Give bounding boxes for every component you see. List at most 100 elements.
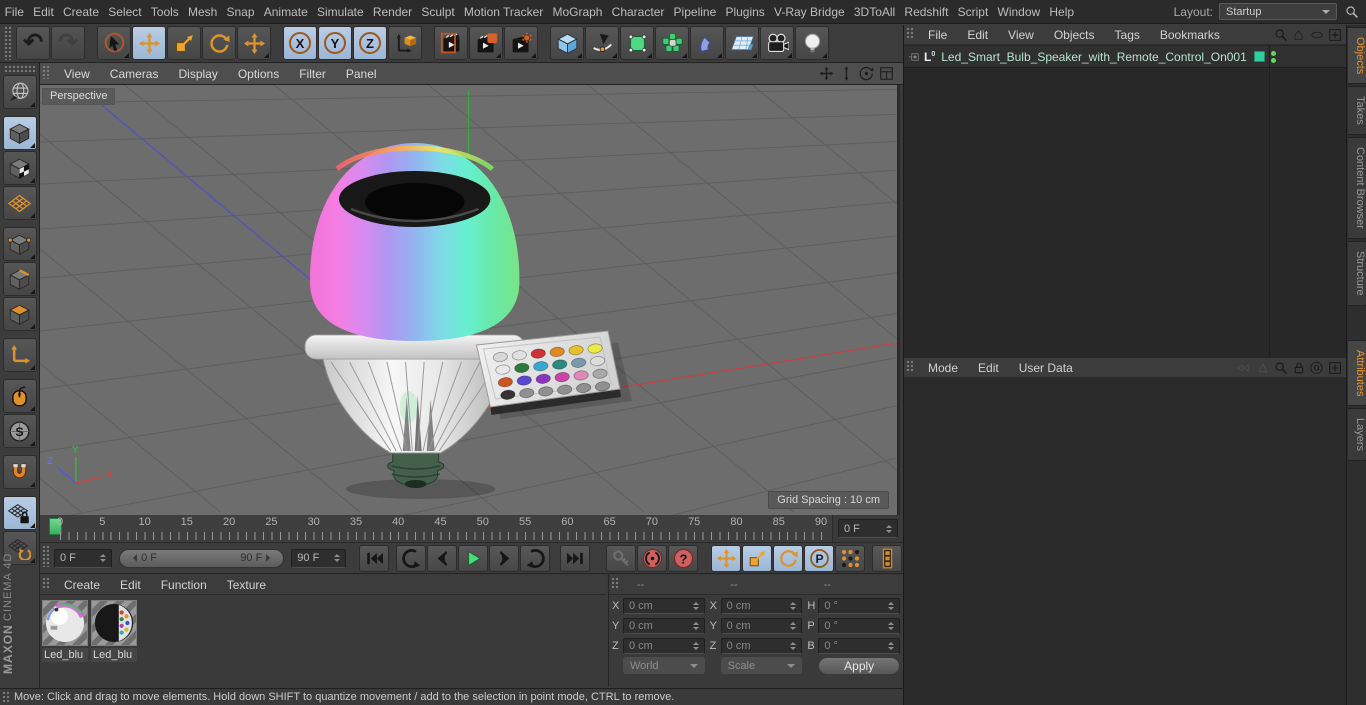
side-tab-objects[interactable]: Objects bbox=[1348, 27, 1366, 85]
material-preview-bulb[interactable] bbox=[42, 600, 88, 646]
palette-snap-settings-button[interactable]: S bbox=[2, 414, 37, 448]
side-tab-content-browser[interactable]: Content Browser bbox=[1348, 137, 1366, 239]
palette-enable-axis-modification-button[interactable] bbox=[2, 338, 37, 372]
attribute-grip[interactable] bbox=[906, 360, 915, 373]
toolbar-lock-y-axis-button[interactable]: Y bbox=[318, 26, 352, 60]
menu-character[interactable]: Character bbox=[607, 5, 669, 19]
toolbar-lock-x-axis-button[interactable]: X bbox=[283, 26, 317, 60]
om-menu-objects[interactable]: Objects bbox=[1044, 28, 1105, 42]
palette-lock-workplane-button[interactable] bbox=[2, 496, 37, 530]
menu-select[interactable]: Select bbox=[104, 5, 147, 19]
om-home-icon[interactable]: ⌂ bbox=[1290, 26, 1307, 43]
toolbar-lock-z-axis-button[interactable]: Z bbox=[353, 26, 387, 60]
palette-convert-button[interactable] bbox=[2, 75, 37, 109]
coord-field-y-0[interactable]: 0 cm bbox=[623, 617, 705, 634]
transport-keyframe-selection-button[interactable] bbox=[606, 544, 636, 572]
menu-snap[interactable]: Snap bbox=[222, 5, 259, 19]
transport-keyframe-pla-button[interactable] bbox=[835, 544, 865, 572]
menu-script[interactable]: Script bbox=[953, 5, 993, 19]
spinner-icon[interactable] bbox=[689, 619, 699, 633]
coordinate-grip[interactable] bbox=[611, 577, 620, 590]
toolbar-add-mograph-button[interactable] bbox=[655, 26, 689, 60]
om-menu-view[interactable]: View bbox=[998, 28, 1044, 42]
side-tab-layers[interactable]: Layers bbox=[1348, 408, 1366, 462]
toolbar-render-view-button[interactable] bbox=[434, 26, 468, 60]
palette-edges-mode-button[interactable] bbox=[2, 262, 37, 296]
coord-field-z-1[interactable]: 0 cm bbox=[720, 637, 803, 654]
palette-polygons-mode-button[interactable] bbox=[2, 297, 37, 331]
current-frame-field[interactable]: 0 F bbox=[838, 519, 898, 538]
palette-enable-snap-button[interactable] bbox=[2, 455, 37, 489]
attr-add-panel-icon[interactable] bbox=[1326, 359, 1343, 376]
spinner-icon[interactable] bbox=[330, 551, 340, 565]
spinner-icon[interactable] bbox=[884, 639, 895, 653]
object-tree[interactable]: L0 Led_Smart_Bulb_Speaker_with_Remote_Co… bbox=[904, 46, 1347, 358]
om-menu-tags[interactable]: Tags bbox=[1105, 28, 1150, 42]
animation-toolbar-grip[interactable] bbox=[42, 545, 51, 567]
toolbar-add-spline-button[interactable] bbox=[585, 26, 619, 60]
toolbar-rotate-button[interactable] bbox=[202, 26, 236, 60]
coord-field-y-1[interactable]: 0 cm bbox=[720, 617, 803, 634]
toolbar-last-tool-button[interactable] bbox=[237, 26, 271, 60]
toolbar-add-light-button[interactable] bbox=[795, 26, 829, 60]
dolly-view-icon[interactable] bbox=[838, 65, 855, 82]
material-grip[interactable] bbox=[42, 577, 51, 590]
toolbar-scale-button[interactable] bbox=[167, 26, 201, 60]
spinner-icon[interactable] bbox=[96, 551, 107, 565]
toolbar-render-settings-button[interactable] bbox=[504, 26, 538, 60]
side-tab-structure[interactable]: Structure bbox=[1348, 240, 1366, 306]
menu-file[interactable]: File bbox=[0, 5, 29, 19]
toolbar-add-camera-button[interactable] bbox=[760, 26, 794, 60]
attr-history-back-icon[interactable] bbox=[1236, 359, 1253, 376]
toolbar-move-button[interactable] bbox=[132, 26, 166, 60]
viewport-menu-filter[interactable]: Filter bbox=[289, 67, 336, 81]
coord-field-b-2[interactable]: 0 ° bbox=[818, 637, 901, 654]
transport-goto-next-frame-button[interactable] bbox=[489, 544, 519, 572]
coord-field-z-0[interactable]: 0 cm bbox=[623, 637, 705, 654]
menu-mograph[interactable]: MoGraph bbox=[548, 5, 607, 19]
coord-field-p-2[interactable]: 0 ° bbox=[818, 617, 901, 634]
range-start-field[interactable]: 0 F bbox=[54, 548, 113, 568]
attr-menu-user-data[interactable]: User Data bbox=[1009, 361, 1083, 375]
transport-keyframe-rotation-button[interactable] bbox=[773, 544, 803, 572]
menu-mesh[interactable]: Mesh bbox=[183, 5, 222, 19]
spinner-icon[interactable] bbox=[786, 619, 797, 633]
palette-model-mode-button[interactable] bbox=[2, 116, 37, 150]
menu-v-ray-bridge[interactable]: V-Ray Bridge bbox=[769, 5, 849, 19]
toolbar-grip[interactable] bbox=[4, 26, 13, 60]
viewport-menu-options[interactable]: Options bbox=[228, 67, 289, 81]
transport-keyframe-scale-button[interactable] bbox=[742, 544, 772, 572]
transport-goto-end-button[interactable] bbox=[560, 544, 590, 572]
viewport-menu-cameras[interactable]: Cameras bbox=[100, 67, 169, 81]
material-menu-function[interactable]: Function bbox=[151, 578, 217, 592]
menu-3dtoall[interactable]: 3DToAll bbox=[849, 5, 900, 19]
menu-animate[interactable]: Animate bbox=[259, 5, 312, 19]
object-manager-grip[interactable] bbox=[906, 27, 915, 40]
transport-play-forwards-button[interactable] bbox=[458, 544, 488, 572]
spinner-icon[interactable] bbox=[884, 599, 895, 613]
om-search-icon[interactable] bbox=[1272, 26, 1289, 43]
preview-range-slider[interactable]: 0 F 90 F bbox=[119, 548, 285, 568]
transport-open-timeline-button[interactable] bbox=[872, 544, 902, 572]
toolbar-add-primitive-button[interactable] bbox=[550, 26, 584, 60]
menu-create[interactable]: Create bbox=[58, 5, 103, 19]
attr-lock-icon[interactable] bbox=[1290, 359, 1307, 376]
viewport-menu-view[interactable]: View bbox=[54, 67, 100, 81]
apply-button[interactable]: Apply bbox=[818, 657, 901, 675]
om-filter-icon[interactable] bbox=[1308, 26, 1325, 43]
coord-field-x-1[interactable]: 0 cm bbox=[720, 597, 803, 614]
transport-goto-previous-key-button[interactable] bbox=[396, 544, 426, 572]
toolbar-add-field-button[interactable] bbox=[690, 26, 724, 60]
om-menu-edit[interactable]: Edit bbox=[957, 28, 998, 42]
spinner-icon[interactable] bbox=[882, 522, 892, 536]
toggle-view-layout-icon[interactable] bbox=[878, 65, 895, 82]
object-row[interactable]: L0 Led_Smart_Bulb_Speaker_with_Remote_Co… bbox=[904, 46, 1347, 68]
menu-redshift[interactable]: Redshift bbox=[900, 5, 953, 19]
palette-workplane-mode-button[interactable] bbox=[2, 186, 37, 220]
attr-search-icon[interactable] bbox=[1272, 359, 1289, 376]
range-end-field[interactable]: 90 F bbox=[291, 548, 346, 568]
spinner-icon[interactable] bbox=[786, 599, 797, 613]
spinner-icon[interactable] bbox=[689, 639, 699, 653]
menu-pipeline[interactable]: Pipeline bbox=[669, 5, 721, 19]
material-menu-create[interactable]: Create bbox=[54, 578, 110, 592]
